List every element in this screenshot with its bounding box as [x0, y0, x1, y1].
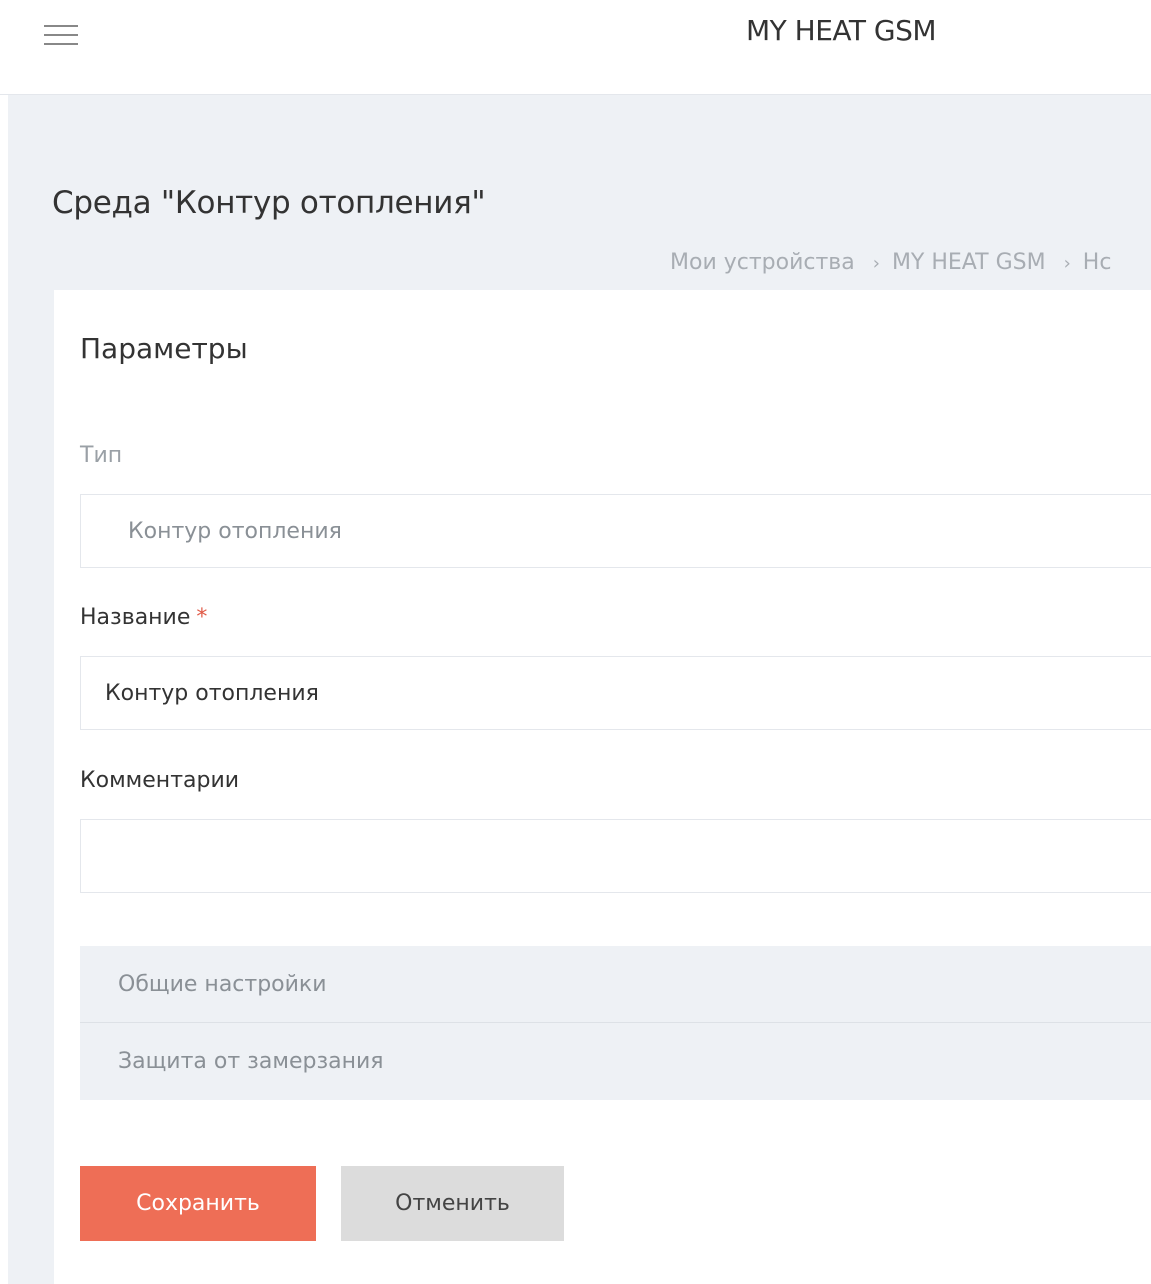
comment-label: Комментарии [80, 768, 240, 793]
accordion-item-general-settings[interactable]: Общие настройки [80, 946, 1151, 1022]
breadcrumb: Мои устройства › MY HEAT GSM › Нс [670, 250, 1111, 275]
breadcrumb-separator-icon: › [872, 253, 880, 274]
accordion-item-frost-protection[interactable]: Защита от замерзания [80, 1022, 1151, 1099]
hamburger-menu-icon[interactable] [44, 25, 78, 47]
breadcrumb-separator-icon: › [1063, 253, 1071, 274]
settings-accordion: Общие настройки Защита от замерзания [80, 946, 1151, 1100]
required-mark: * [196, 605, 208, 630]
name-field[interactable]: Контур отопления [80, 656, 1151, 730]
breadcrumb-item-devices[interactable]: Мои устройства [670, 250, 855, 275]
save-button[interactable]: Сохранить [80, 1166, 316, 1241]
type-label: Тип [80, 443, 123, 468]
name-label: Название * [80, 605, 207, 630]
type-field: Контур отопления [80, 494, 1151, 568]
comment-field[interactable] [80, 819, 1151, 893]
top-bar: MY HEAT GSM [0, 0, 1151, 95]
type-value: Контур отопления [128, 518, 342, 544]
section-title: Параметры [80, 332, 248, 365]
name-label-text: Название [80, 605, 191, 630]
name-value: Контур отопления [105, 680, 319, 706]
main-content: Среда "Контур отопления" Мои устройства ›… [8, 95, 1151, 1284]
page-title: Среда "Контур отопления" [52, 185, 486, 221]
breadcrumb-item-current: Нс [1082, 250, 1112, 275]
parameters-card: Параметры Тип Контур отопления Название *… [54, 290, 1151, 1284]
cancel-button[interactable]: Отменить [341, 1166, 564, 1241]
breadcrumb-item-device[interactable]: MY HEAT GSM [892, 250, 1046, 275]
app-title: MY HEAT GSM [746, 14, 937, 47]
